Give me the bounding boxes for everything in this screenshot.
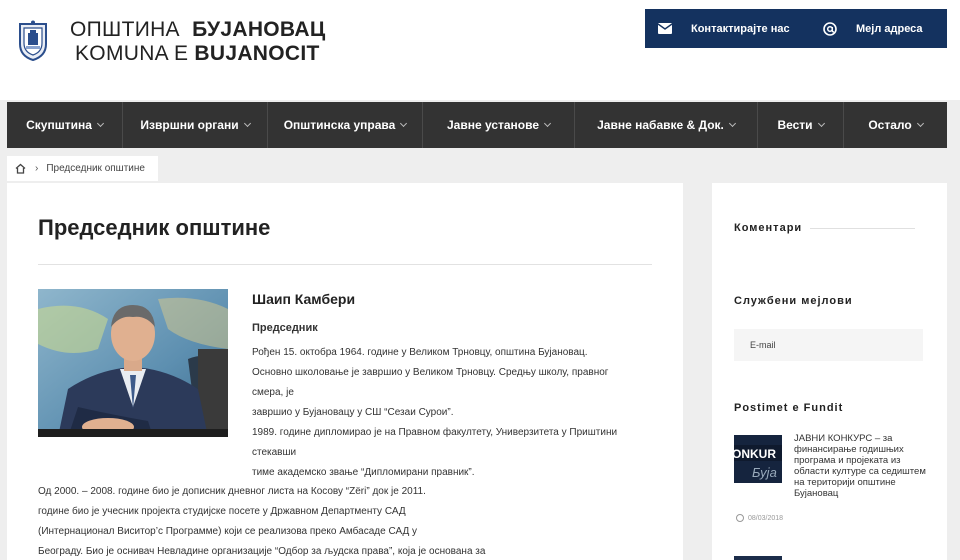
bio-line: (Интернационал Виситор’с Программе) који… [38, 526, 418, 537]
bio-line: завршио у Бујановацу у СШ “Сезаи Сурои”. [252, 407, 454, 418]
contact-bar: Контактирајте нас Мејл адреса [645, 9, 947, 48]
clock-icon [736, 514, 744, 522]
nav-item-label: Јавне установе [446, 118, 540, 132]
nav-item-ostalo[interactable]: Остало [844, 102, 947, 148]
post-date-text: 08/03/2018 [748, 514, 784, 522]
nav-item-izvrsni-organi[interactable]: Извршни органи [123, 102, 268, 148]
home-icon[interactable] [15, 163, 26, 174]
envelope-icon [657, 23, 673, 34]
title-line1-plain: ОПШТИНА [70, 18, 180, 41]
post-title-link[interactable]: ЈАВНИ КОНКУРС – за финансирање годишњих … [794, 433, 934, 499]
breadcrumb: › Председник општине [7, 156, 158, 181]
recent-posts-heading: Postimet e Fundit [734, 402, 843, 414]
title-divider [38, 264, 652, 265]
nav-item-label: Јавне набавке & Док. [597, 118, 724, 132]
nav-item-javne-nabavke[interactable]: Јавне набавке & Док. [575, 102, 758, 148]
post-date: 08/03/2018 [736, 514, 783, 522]
bio-line: Београду. Био је оснивач Невладине орган… [38, 546, 486, 557]
breadcrumb-separator-icon: › [35, 163, 39, 174]
site-header: ОПШТИНА БУЈАНОВАЦ KOMUNA E BUJANOCIT Кон… [0, 0, 960, 100]
chevron-down-icon [916, 119, 924, 128]
mayor-portrait-photo [38, 289, 228, 437]
person-role: Председник [252, 322, 318, 334]
chevron-down-icon [817, 119, 825, 128]
email-address-link[interactable]: Мејл адреса [810, 9, 947, 48]
comments-heading: Коментари [734, 222, 916, 234]
nav-item-opstinska-uprava[interactable]: Општинска управа [268, 102, 423, 148]
recent-posts-heading-label: Postimet e Fundit [734, 402, 844, 414]
post-thumbnail[interactable] [734, 556, 782, 560]
bio-line: стекавши [252, 447, 297, 458]
at-icon [822, 21, 838, 36]
bio-line: Основно школовање је завршио у Великом Т… [252, 367, 609, 378]
nav-item-label: Извршни органи [140, 118, 239, 132]
bio-line: тиме академско звање “Дипломирани правни… [252, 467, 475, 478]
official-emails-heading: Службени мејлови [734, 295, 853, 307]
bio-line: Од 2000. – 2008. године био је дописник … [38, 486, 426, 497]
title-line2-bold: BUJANOCIT [194, 42, 320, 65]
municipality-crest-logo[interactable] [16, 20, 50, 62]
bio-line: смера, је [252, 387, 294, 398]
sidebar: Коментари Службени мејлови E-mail Postim… [712, 183, 947, 560]
nav-item-vesti[interactable]: Вести [758, 102, 844, 148]
post-thumbnail[interactable]: ONKUR Буја [734, 435, 782, 483]
email-input[interactable]: E-mail [734, 329, 923, 361]
biography-top: Рођен 15. октобра 1964. године у Великом… [252, 343, 637, 483]
person-name: Шаип Камбери [252, 291, 356, 307]
page-title: Председник општине [38, 215, 271, 240]
title-line1-bold: БУЈАНОВАЦ [192, 18, 326, 41]
title-line2-plain: KOMUNA E [75, 42, 189, 65]
nav-item-label: Општинска управа [283, 118, 396, 132]
heading-rule [810, 227, 916, 229]
nav-item-javne-ustanove[interactable]: Јавне установе [423, 102, 575, 148]
contact-us-label: Контактирајте нас [691, 22, 790, 35]
breadcrumb-current: Председник општине [46, 163, 145, 174]
main-content: Председник општине Шаип Камбери Председн… [7, 183, 683, 560]
nav-item-label: Вести [777, 118, 813, 132]
chevron-down-icon [400, 119, 408, 128]
recent-post-item[interactable]: ONKUR Буја ЈАВНИ КОНКУРС – за финансирањ… [734, 433, 934, 503]
bio-line: Рођен 15. октобра 1964. године у Великом… [252, 347, 588, 358]
nav-item-skupstina[interactable]: Скупштина [7, 102, 123, 148]
post-thumbnail-text-2: Буја [752, 465, 777, 480]
nav-item-label: Остало [868, 118, 912, 132]
email-address-label: Мејл адреса [856, 22, 923, 35]
chevron-down-icon [728, 119, 736, 128]
official-emails-heading-label: Службени мејлови [734, 295, 853, 307]
contact-us-link[interactable]: Контактирајте нас [645, 9, 810, 48]
nav-item-label: Скупштина [26, 118, 92, 132]
biography-bottom: Од 2000. – 2008. године био је дописник … [38, 482, 658, 560]
email-input-placeholder: E-mail [750, 340, 776, 350]
chevron-down-icon [243, 119, 251, 128]
main-navigation: Скупштина Извршни органи Општинска управ… [7, 102, 947, 148]
post-thumbnail-text: ONKUR [734, 447, 776, 461]
site-title[interactable]: ОПШТИНА БУЈАНОВАЦ KOMUNA E BUJANOCIT [70, 18, 325, 66]
chevron-down-icon [96, 119, 104, 128]
chevron-down-icon [543, 119, 552, 128]
bio-line: 1989. године дипломирао је на Правном фа… [252, 427, 618, 438]
comments-heading-label: Коментари [734, 222, 803, 234]
bio-line: године био је учесник пројекта студијске… [38, 506, 406, 517]
